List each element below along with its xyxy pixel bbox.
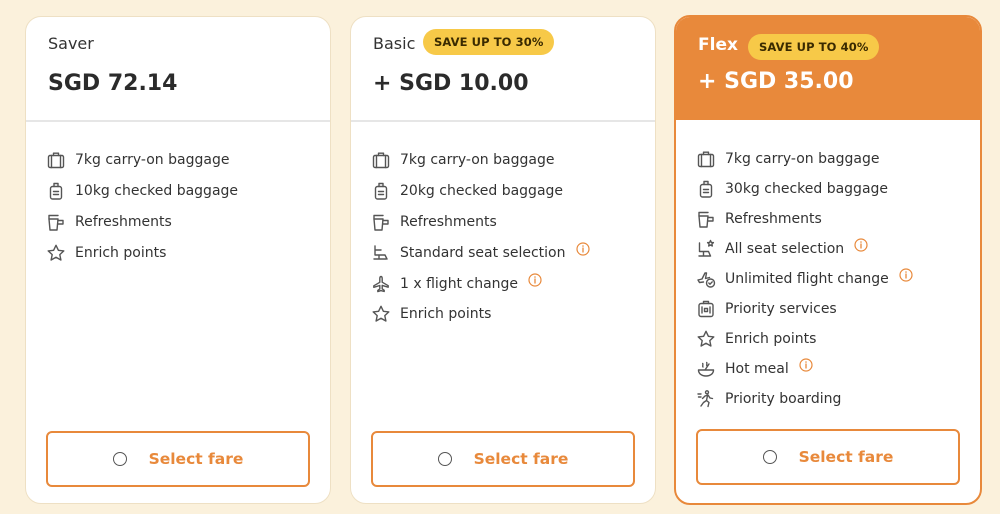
savings-badge: SAVE UP TO 40% xyxy=(748,34,880,60)
info-icon[interactable] xyxy=(854,238,868,252)
feature-item: Refreshments xyxy=(46,207,316,238)
feature-label: Priority boarding xyxy=(725,391,842,407)
feature-label: Hot meal xyxy=(725,361,789,377)
feature-label: 30kg checked baggage xyxy=(725,181,889,197)
radio-icon[interactable] xyxy=(762,450,777,464)
radio-icon[interactable] xyxy=(437,452,452,466)
select-fare-button[interactable]: Select fare xyxy=(696,429,960,485)
carry-on-icon xyxy=(46,150,66,170)
feature-label: Unlimited flight change xyxy=(725,271,889,287)
feature-label: 20kg checked baggage xyxy=(400,183,564,200)
feature-item: 7kg carry-on baggage xyxy=(371,145,641,176)
info-icon[interactable] xyxy=(575,242,590,256)
feature-label: Refreshments xyxy=(400,213,497,230)
feature-list: 7kg carry-on baggage 20kg checked baggage… xyxy=(371,145,641,330)
select-fare-button[interactable]: Select fare xyxy=(46,431,310,487)
feature-list: 7kg carry-on baggage 30kg checked baggage… xyxy=(696,144,966,414)
info-icon[interactable] xyxy=(899,268,913,282)
feature-label: Enrich points xyxy=(400,306,492,323)
select-fare-label: Select fare xyxy=(473,450,569,468)
fare-price: SGD 72.14 xyxy=(48,71,178,96)
feature-item: 10kg checked baggage xyxy=(46,176,316,207)
feature-label: Standard seat selection xyxy=(400,244,566,261)
refreshments-icon xyxy=(696,209,716,229)
feature-item: 30kg checked baggage xyxy=(696,174,966,204)
seat-star-icon xyxy=(696,239,716,259)
fare-header: Saver SGD 72.14 xyxy=(26,17,330,122)
priority-services-icon xyxy=(696,299,716,319)
star-icon xyxy=(46,243,66,263)
fare-header: Basic SAVE UP TO 30% + SGD 10.00 xyxy=(351,17,655,122)
feature-item: Hot meal xyxy=(696,354,966,384)
feature-item: Refreshments xyxy=(696,204,966,234)
fare-name: Flex xyxy=(698,35,738,55)
fare-card-saver: Saver SGD 72.14 7kg carry-on baggage 10kg… xyxy=(25,16,331,504)
savings-badge: SAVE UP TO 30% xyxy=(423,29,555,55)
hot-meal-icon xyxy=(696,359,716,379)
feature-item: Enrich points xyxy=(46,237,316,268)
carry-on-icon xyxy=(371,150,391,170)
feature-label: Refreshments xyxy=(725,211,822,227)
feature-item: 1 x flight change xyxy=(371,268,641,299)
feature-list: 7kg carry-on baggage 10kg checked baggage… xyxy=(46,145,316,268)
feature-item: Refreshments xyxy=(371,207,641,238)
feature-label: 7kg carry-on baggage xyxy=(75,152,230,169)
seat-icon xyxy=(371,243,391,263)
fare-header: Flex SAVE UP TO 40% + SGD 35.00 xyxy=(676,17,980,120)
feature-item: Standard seat selection xyxy=(371,237,641,268)
feature-item: 20kg checked baggage xyxy=(371,176,641,207)
fare-card-flex: Flex SAVE UP TO 40% + SGD 35.00 7kg carr… xyxy=(674,15,982,505)
star-icon xyxy=(371,304,391,324)
refreshments-icon xyxy=(46,212,66,232)
select-fare-label: Select fare xyxy=(798,448,894,466)
feature-label: 7kg carry-on baggage xyxy=(400,152,555,169)
fare-price: + SGD 10.00 xyxy=(373,71,529,96)
fare-price: + SGD 35.00 xyxy=(698,69,854,94)
info-icon[interactable] xyxy=(799,358,813,372)
plane-icon xyxy=(371,274,391,294)
star-icon xyxy=(696,329,716,349)
feature-item: Enrich points xyxy=(696,324,966,354)
plane-check-icon xyxy=(696,269,716,289)
feature-label: Enrich points xyxy=(75,244,167,261)
checked-bag-icon xyxy=(46,181,66,201)
feature-item: Priority boarding xyxy=(696,384,966,414)
feature-item: Priority services xyxy=(696,294,966,324)
radio-icon[interactable] xyxy=(112,452,127,466)
feature-label: Refreshments xyxy=(75,213,172,230)
fare-name: Basic xyxy=(373,34,416,53)
priority-boarding-icon xyxy=(696,389,716,409)
feature-label: All seat selection xyxy=(725,241,845,257)
feature-item: 7kg carry-on baggage xyxy=(696,144,966,174)
refreshments-icon xyxy=(371,212,391,232)
feature-label: Priority services xyxy=(725,301,837,317)
checked-bag-icon xyxy=(696,179,716,199)
feature-label: 1 x flight change xyxy=(400,275,519,292)
feature-item: 7kg carry-on baggage xyxy=(46,145,316,176)
feature-label: 10kg checked baggage xyxy=(75,183,239,200)
checked-bag-icon xyxy=(371,181,391,201)
feature-item: Enrich points xyxy=(371,299,641,330)
select-fare-button[interactable]: Select fare xyxy=(371,431,635,487)
info-icon[interactable] xyxy=(528,272,542,287)
feature-label: Enrich points xyxy=(725,331,817,347)
select-fare-label: Select fare xyxy=(148,450,244,468)
carry-on-icon xyxy=(696,149,716,169)
feature-item: Unlimited flight change xyxy=(696,264,966,294)
feature-item: All seat selection xyxy=(696,234,966,264)
fare-card-basic: Basic SAVE UP TO 30% + SGD 10.00 7kg car… xyxy=(350,16,656,504)
fare-name: Saver xyxy=(48,34,94,53)
feature-label: 7kg carry-on baggage xyxy=(725,151,880,167)
